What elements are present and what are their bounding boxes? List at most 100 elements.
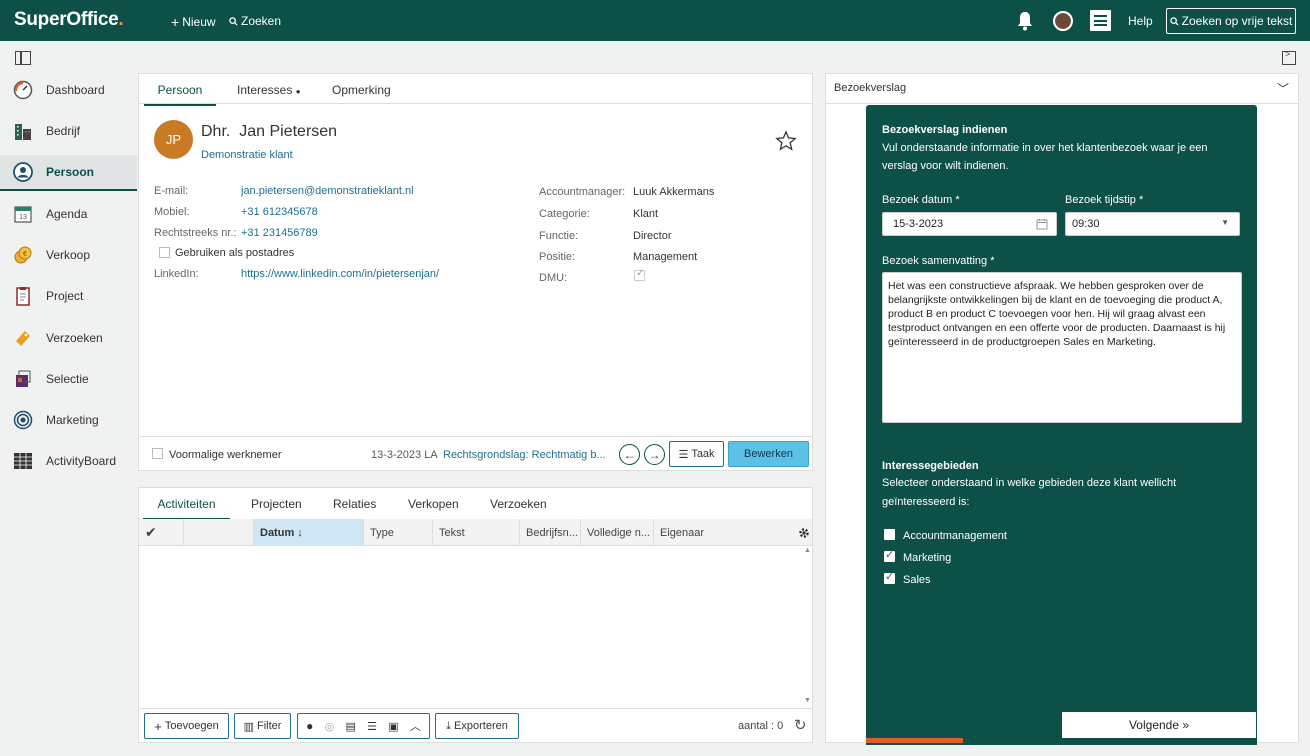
sidebar-item-persoon[interactable]: Persoon — [0, 155, 137, 191]
tab-relaties[interactable]: Relaties — [333, 497, 376, 518]
user-avatar[interactable] — [1053, 11, 1073, 31]
interest-checkbox-accountmanagement[interactable] — [884, 529, 895, 540]
freetext-search-button[interactable]: Zoeken op vrije tekst — [1166, 8, 1296, 34]
summary-textarea[interactable]: Het was een constructieve afspraak. We h… — [882, 272, 1242, 423]
plus-icon: + — [171, 14, 180, 30]
export-button[interactable]: ⤓ Exporteren — [435, 713, 519, 739]
former-employee-checkbox[interactable] — [152, 448, 163, 459]
sidebar-item-activityboard[interactable]: ActivityBoard — [0, 443, 137, 479]
previous-button[interactable]: ← — [619, 444, 640, 465]
linkedin-value[interactable]: https://www.linkedin.com/in/pietersenjan… — [241, 268, 439, 280]
interest-checkbox-sales[interactable] — [884, 570, 895, 584]
sidebar-item-selectie[interactable]: Selectie — [0, 361, 137, 397]
add-button[interactable]: + Toevoegen — [144, 713, 229, 739]
tab-opmerking[interactable]: Opmerking — [332, 83, 391, 104]
column-bedrijfsnaam[interactable]: Bedrijfsn... — [520, 519, 581, 546]
postal-address-label: Gebruiken als postadres — [175, 247, 295, 259]
tab-activiteiten[interactable]: Activiteiten — [143, 497, 230, 520]
person-name: Dhr. Jan Pietersen — [201, 123, 338, 140]
search-button[interactable]: Zoeken — [229, 14, 281, 28]
interests-intro-2: geïnteresseerd is: — [882, 496, 970, 508]
column-type[interactable]: Type — [364, 519, 433, 546]
sidebar-item-verzoeken[interactable]: Verzoeken — [0, 320, 137, 356]
list-icon[interactable]: ☰ — [367, 720, 377, 733]
calendar-icon[interactable] — [1036, 218, 1048, 230]
grid-header-empty — [184, 519, 254, 546]
company-icon — [15, 124, 31, 140]
visit-date-input[interactable]: 15-3-2023 — [882, 212, 1057, 236]
sidebar-collapse-icon[interactable] — [15, 51, 31, 65]
download-icon: ⤓ — [446, 719, 452, 732]
menu-icon[interactable] — [1090, 10, 1111, 31]
category-label: Categorie: — [539, 208, 590, 220]
sidebar-item-verkoop[interactable]: € Verkoop — [0, 237, 137, 273]
sidebar-item-agenda[interactable]: 13 Agenda — [0, 196, 137, 232]
scroll-up-icon[interactable]: ▲ — [804, 547, 811, 554]
accountmanager-label: Accountmanager: — [539, 186, 626, 198]
panel-collapse-icon[interactable]: > — [1282, 49, 1296, 65]
next-person-button[interactable]: → — [644, 444, 665, 465]
form-intro: Vul onderstaande informatie in over het … — [882, 142, 1208, 154]
svg-text:€: € — [23, 251, 27, 258]
chevron-down-icon[interactable]: ﹀ — [1277, 80, 1289, 97]
edit-button[interactable]: Bewerken — [728, 441, 809, 467]
former-employee-label: Voormalige werknemer — [169, 449, 282, 461]
help-link[interactable]: Help — [1128, 14, 1153, 28]
email-value[interactable]: jan.pietersen@demonstratieklant.nl — [241, 185, 414, 197]
interests-intro: Selecteer onderstaand in welke gebieden … — [882, 477, 1177, 489]
tab-persoon[interactable]: Persoon — [144, 83, 216, 106]
refresh-icon[interactable]: ↻ — [794, 716, 807, 734]
bell-icon[interactable] — [1016, 10, 1034, 31]
project-icon — [16, 287, 30, 306]
dmu-label: DMU: — [539, 272, 568, 284]
interest-checkbox-marketing[interactable] — [884, 548, 895, 562]
sort-down-icon: ↓ — [297, 526, 303, 539]
form-intro-2: verslag voor wilt indienen. — [882, 160, 1009, 172]
gear-icon[interactable] — [796, 519, 812, 546]
star-icon[interactable] — [775, 130, 797, 152]
summary-label: Bezoek samenvatting * — [882, 255, 995, 267]
sidebar-item-dashboard[interactable]: Dashboard — [0, 72, 137, 108]
scroll-down-icon[interactable]: ▼ — [804, 697, 811, 704]
tab-projecten[interactable]: Projecten — [251, 497, 302, 518]
tab-verzoeken[interactable]: Verzoeken — [490, 497, 547, 518]
target-icon[interactable]: ◎ — [325, 720, 335, 733]
mobile-value[interactable]: +31 612345678 — [241, 206, 318, 218]
column-tekst[interactable]: Tekst — [433, 519, 520, 546]
legal-basis-link[interactable]: Rechtsgrondslag: Rechtmatig b... — [443, 449, 606, 461]
select-all-check-icon[interactable]: ✔ — [139, 519, 184, 546]
function-label: Functie: — [539, 230, 579, 242]
email-label: E-mail: — [154, 185, 189, 197]
document-icon[interactable]: ▤ — [345, 720, 355, 733]
sidebar-item-project[interactable]: Project — [0, 278, 137, 314]
selection-icon — [16, 370, 31, 387]
marketing-icon — [13, 410, 33, 430]
column-datum[interactable]: Datum ↓ — [254, 519, 364, 546]
list-icon: ☰ — [678, 448, 689, 461]
next-button[interactable]: Volgende » — [1062, 712, 1256, 738]
superoffice-logo[interactable]: SuperOffice. — [14, 9, 124, 31]
chat-icon[interactable]: ● — [306, 719, 313, 733]
linkedin-label: LinkedIn: — [154, 268, 199, 280]
filter-button[interactable]: ▥ Filter — [234, 713, 291, 739]
arrow-left-icon: ← — [623, 447, 636, 462]
tab-interesses[interactable]: Interesses ● — [237, 83, 301, 104]
direct-number-value[interactable]: +31 231456789 — [241, 227, 318, 239]
direct-number-label: Rechtstreeks nr.: — [154, 227, 237, 239]
tab-verkopen[interactable]: Verkopen — [408, 497, 459, 518]
chevron-up-icon[interactable]: ︿ — [410, 718, 421, 734]
grid-scrollbar[interactable]: ▲ ▼ — [803, 547, 811, 707]
search-icon — [1169, 16, 1179, 26]
visit-date-label: Bezoek datum * — [882, 194, 960, 206]
dashboard-icon — [13, 80, 33, 100]
column-eigenaar[interactable]: Eigenaar — [654, 519, 796, 546]
visit-time-select[interactable]: 09:30 ▼ — [1065, 212, 1240, 236]
task-button[interactable]: ☰ Taak — [669, 441, 724, 467]
postal-address-checkbox[interactable] — [159, 247, 170, 258]
new-button[interactable]: + Nieuw — [171, 14, 216, 30]
column-volledige-naam[interactable]: Volledige n... — [581, 519, 654, 546]
company-link[interactable]: Demonstratie klant — [201, 149, 293, 161]
calendar-icon[interactable]: ▣ — [388, 720, 398, 733]
sidebar-item-marketing[interactable]: Marketing — [0, 402, 137, 438]
sidebar-item-bedrijf[interactable]: Bedrijf — [0, 113, 137, 149]
